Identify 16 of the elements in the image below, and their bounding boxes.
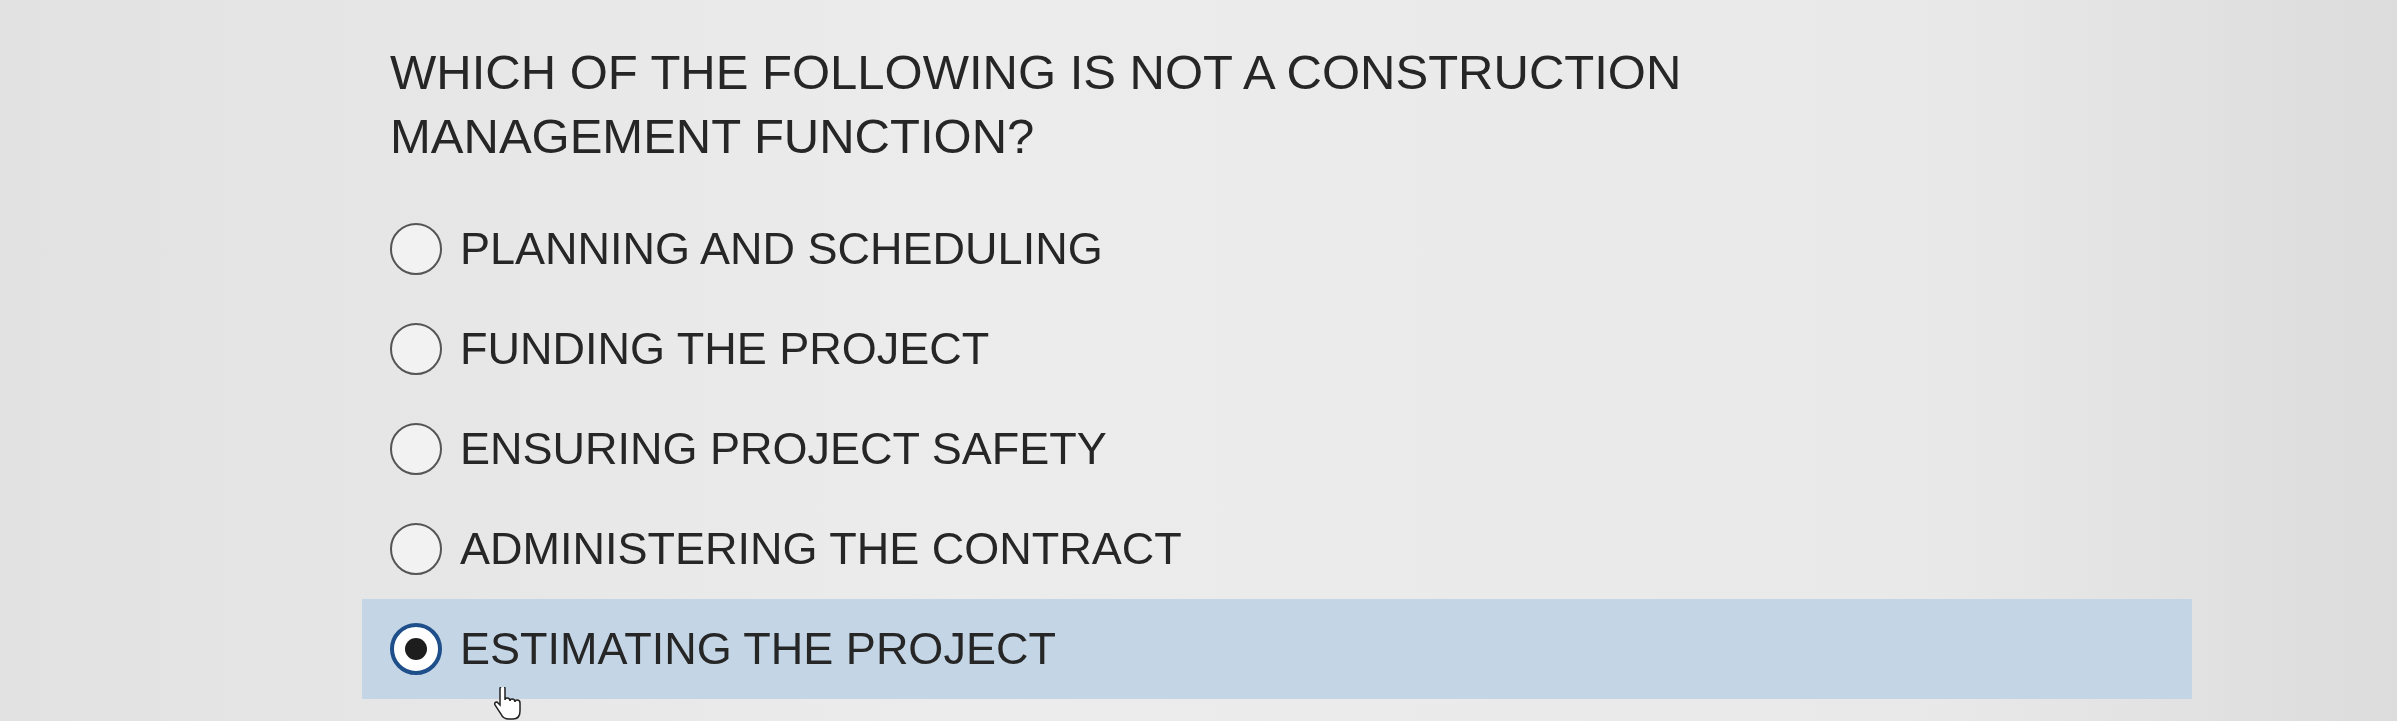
radio-button[interactable] <box>390 223 442 275</box>
answer-option[interactable]: FUNDING THE PROJECT <box>362 314 2192 384</box>
radio-button[interactable] <box>390 323 442 375</box>
option-label: ESTIMATING THE PROJECT <box>460 623 1056 675</box>
hand-cursor-icon <box>492 687 522 721</box>
radio-button[interactable] <box>390 423 442 475</box>
option-label: ENSURING PROJECT SAFETY <box>460 423 1107 475</box>
answer-option[interactable]: ADMINISTERING THE CONTRACT <box>362 514 2192 584</box>
radio-button[interactable] <box>390 623 442 675</box>
question-text: WHICH OF THE FOLLOWING IS NOT A CONSTRUCTION MANAGEMENT FUNCTION? <box>390 44 1683 165</box>
radio-button[interactable] <box>390 523 442 575</box>
option-label: ADMINISTERING THE CONTRACT <box>460 523 1182 575</box>
answer-option[interactable]: PLANNING AND SCHEDULING <box>362 214 2192 284</box>
option-label: FUNDING THE PROJECT <box>460 323 990 375</box>
option-label: PLANNING AND SCHEDULING <box>460 223 1103 275</box>
answer-option[interactable]: ENSURING PROJECT SAFETY <box>362 414 2192 484</box>
